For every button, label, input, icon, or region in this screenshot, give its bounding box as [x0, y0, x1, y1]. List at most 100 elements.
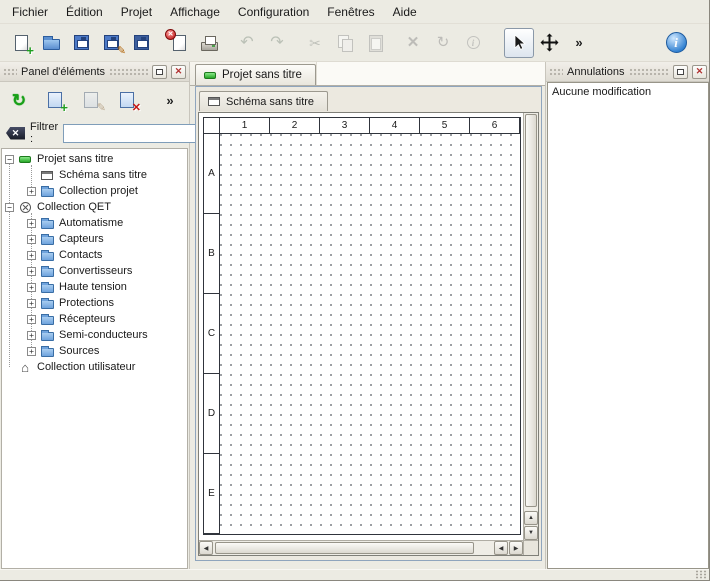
scroll-down-button[interactable]: ▼	[524, 526, 538, 540]
row-header: A	[204, 134, 220, 214]
scroll-up-button[interactable]: ▲	[524, 511, 538, 525]
tree-item-protections[interactable]: + Protections	[2, 295, 187, 311]
annulations-titlebar[interactable]: Annulations ✕	[546, 62, 710, 82]
close-dock-button[interactable]: ✕	[171, 65, 186, 79]
float-dock-button[interactable]	[673, 65, 688, 79]
right-arrow-icon: ▶	[514, 545, 519, 552]
resize-grip[interactable]	[695, 570, 707, 579]
grid-dots-area[interactable]	[220, 134, 520, 534]
tree-item-project[interactable]: − Projet sans titre	[2, 151, 187, 167]
tree-item-recepteurs[interactable]: + Récepteurs	[2, 311, 187, 327]
tree-item-convertisseurs[interactable]: + Convertisseurs	[2, 263, 187, 279]
expand-icon[interactable]: +	[27, 299, 36, 308]
column-header: 2	[270, 118, 320, 134]
tree-item-haute-tension[interactable]: + Haute tension	[2, 279, 187, 295]
down-arrow-icon: ▼	[528, 530, 534, 536]
scroll-left-button-2[interactable]: ◀	[494, 541, 508, 555]
folder-icon	[39, 216, 55, 230]
horizontal-scrollbar[interactable]: ◀ ◀ ▶	[199, 540, 523, 555]
dock-grip	[549, 68, 563, 76]
cut-button[interactable]: ✂	[300, 28, 330, 58]
menu-projet[interactable]: Projet	[112, 1, 161, 23]
copy-button[interactable]	[330, 28, 360, 58]
clear-filter-button[interactable]: ✕	[6, 127, 25, 140]
tab-bar-empty-area	[316, 62, 545, 85]
filter-row: ✕ Filtrer :	[0, 118, 189, 148]
tree-item-collection-projet[interactable]: + Collection projet	[2, 183, 187, 199]
panel-toolbar-overflow-button[interactable]: »	[157, 87, 183, 113]
folder-icon	[39, 264, 55, 278]
project-icon	[17, 152, 33, 166]
menu-fenetres[interactable]: Fenêtres	[318, 1, 383, 23]
scroll-right-button[interactable]: ▶	[509, 541, 523, 555]
delete-selection-button[interactable]: ✕	[398, 28, 428, 58]
menu-fichier[interactable]: Fichier	[3, 1, 57, 23]
scroll-left-button[interactable]: ◀	[199, 541, 213, 555]
undo-empty-text: Aucune modification	[552, 86, 651, 98]
menu-aide[interactable]: Aide	[384, 1, 426, 23]
diagram-canvas[interactable]: 1 2 3 4 5 6 A B C D E	[199, 113, 523, 540]
pan-mode-button[interactable]	[534, 28, 564, 58]
tree-item-contacts[interactable]: + Contacts	[2, 247, 187, 263]
save-all-icon	[131, 33, 151, 53]
tree-item-collection-qet[interactable]: − Collection QET	[2, 199, 187, 215]
save-icon	[71, 33, 91, 53]
toolbar-overflow-button[interactable]: »	[564, 28, 594, 58]
tree-item-sources[interactable]: + Sources	[2, 343, 187, 359]
undo-button[interactable]: ↶	[232, 28, 262, 58]
new-project-button[interactable]: +	[6, 28, 36, 58]
edit-element-button[interactable]: ✎	[78, 87, 104, 113]
schema-icon	[207, 97, 221, 106]
tree-item-capteurs[interactable]: + Capteurs	[2, 231, 187, 247]
menu-affichage[interactable]: Affichage	[161, 1, 229, 23]
tree-item-semi-conducteurs[interactable]: + Semi-conducteurs	[2, 327, 187, 343]
expand-icon[interactable]: +	[27, 219, 36, 228]
save-all-button[interactable]	[126, 28, 156, 58]
expand-icon[interactable]: +	[27, 331, 36, 340]
paste-button[interactable]	[360, 28, 390, 58]
redo-icon: ↷	[270, 35, 283, 51]
expand-icon[interactable]: +	[27, 251, 36, 260]
save-as-button[interactable]: ✎	[96, 28, 126, 58]
collapse-icon[interactable]: −	[5, 155, 14, 164]
menu-configuration[interactable]: Configuration	[229, 1, 318, 23]
rotate-icon: ↻	[437, 35, 450, 50]
expand-icon[interactable]: +	[27, 235, 36, 244]
new-element-button[interactable]: +	[42, 87, 68, 113]
expand-icon[interactable]: +	[27, 283, 36, 292]
schema-tab-bar: Schéma sans titre	[196, 87, 541, 111]
horizontal-scrollbar-thumb[interactable]	[215, 542, 474, 554]
elements-panel-title: Panel d'éléments	[21, 66, 105, 78]
reload-collections-button[interactable]: ↻	[6, 87, 32, 113]
left-arrow-icon: ◀	[499, 545, 504, 552]
tab-schema-sans-titre[interactable]: Schéma sans titre	[199, 91, 328, 111]
rotate-button[interactable]: ↻	[428, 28, 458, 58]
close-dock-button[interactable]: ✕	[692, 65, 707, 79]
tab-projet-sans-titre[interactable]: Projet sans titre	[195, 64, 316, 85]
column-headers: 1 2 3 4 5 6	[220, 118, 520, 134]
float-dock-button[interactable]	[152, 65, 167, 79]
tree-item-automatisme[interactable]: + Automatisme	[2, 215, 187, 231]
collapse-icon[interactable]: −	[5, 203, 14, 212]
menu-edition[interactable]: Édition	[57, 1, 112, 23]
vertical-scrollbar-thumb[interactable]	[525, 114, 537, 507]
elements-panel-titlebar[interactable]: Panel d'éléments ✕	[0, 62, 189, 82]
expand-icon[interactable]: +	[27, 347, 36, 356]
tree-item-collection-utilisateur[interactable]: ⌂ Collection utilisateur	[2, 359, 187, 375]
undo-history-list[interactable]: Aucune modification	[547, 82, 709, 569]
open-project-button[interactable]	[36, 28, 66, 58]
tree-item-schema[interactable]: Schéma sans titre	[2, 167, 187, 183]
save-as-icon: ✎	[101, 33, 121, 53]
element-info-button[interactable]: i	[458, 28, 488, 58]
vertical-scrollbar[interactable]: ▲ ▼	[523, 113, 538, 540]
about-button[interactable]: i	[661, 28, 691, 58]
expand-icon[interactable]: +	[27, 315, 36, 324]
redo-button[interactable]: ↷	[262, 28, 292, 58]
expand-icon[interactable]: +	[27, 187, 36, 196]
print-button[interactable]	[194, 28, 224, 58]
delete-element-button[interactable]: ✕	[114, 87, 140, 113]
save-button[interactable]	[66, 28, 96, 58]
expand-icon[interactable]: +	[27, 267, 36, 276]
selection-mode-button[interactable]	[504, 28, 534, 58]
close-file-button[interactable]: ✕	[164, 28, 194, 58]
